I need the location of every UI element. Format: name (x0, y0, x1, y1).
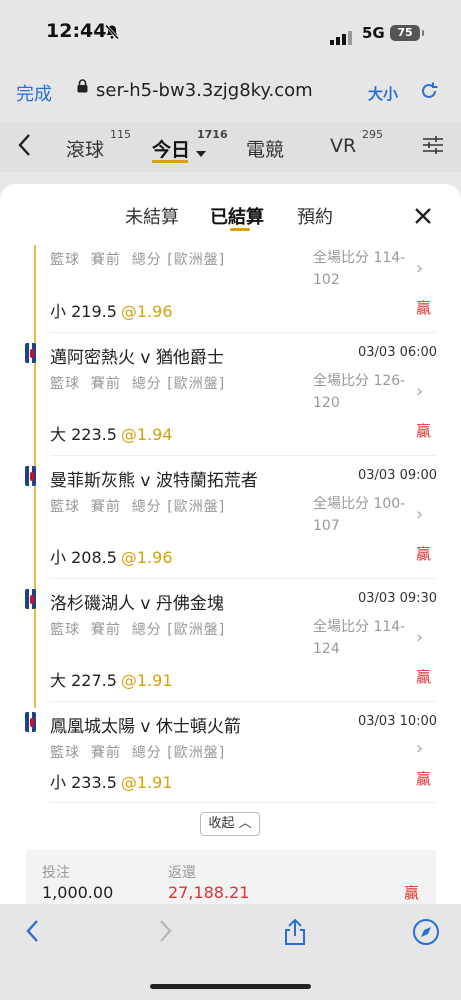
lock-icon (77, 79, 88, 93)
tab-settled-underline (230, 228, 250, 231)
bet-result: 贏 (416, 299, 432, 317)
bet-pick: 大 227.5 @1.91 (50, 671, 173, 690)
bet-datetime: 03/03 09:30 (358, 591, 438, 606)
chevron-right-icon[interactable]: › (416, 381, 423, 402)
network-type: 5G (362, 24, 385, 42)
back-chevron-icon[interactable] (16, 132, 32, 165)
bet-list: 籃球 賽前 總分 [歐洲盤] 全場比分 114-102 › 小 219.5 @1.… (0, 245, 461, 805)
stake-value: 1,000.00 (42, 883, 114, 902)
stake-label: 投注 (42, 865, 70, 881)
divider (50, 455, 436, 456)
close-icon[interactable] (413, 200, 433, 232)
bet-score: 全場比分 114-102 (313, 250, 406, 288)
summary-result: 贏 (404, 884, 420, 902)
nba-logo-icon (25, 466, 36, 486)
chevron-right-icon[interactable]: › (416, 738, 423, 759)
reload-icon[interactable] (418, 80, 440, 107)
done-button[interactable]: 完成 (16, 80, 52, 106)
tab-today-underline (152, 160, 188, 163)
forward-icon[interactable] (158, 918, 174, 951)
bet-meta: 籃球 賽前 總分 [歐洲盤] (50, 745, 226, 761)
tab-live[interactable]: 滾球 (66, 135, 104, 162)
chevron-right-icon[interactable]: › (416, 258, 423, 279)
bet-datetime: 03/03 09:00 (358, 468, 438, 483)
bet-pick: 小 219.5 @1.96 (50, 302, 173, 321)
tab-vr-count: 295 (362, 128, 383, 141)
today-dropdown-icon[interactable] (196, 142, 206, 161)
divider (50, 802, 436, 803)
bet-score: 全場比分 126-120 (313, 373, 406, 411)
nba-logo-icon (25, 343, 36, 363)
bet-result: 贏 (416, 545, 432, 563)
tab-live-count: 115 (110, 128, 131, 141)
tab-today[interactable]: 今日 (152, 135, 190, 162)
back-icon[interactable] (24, 918, 40, 951)
battery-icon: 75 (390, 25, 424, 41)
tab-reserved[interactable]: 預約 (297, 203, 333, 229)
divider (50, 701, 436, 702)
bet-score: 全場比分 100-107 (313, 496, 406, 534)
chevron-right-icon[interactable]: › (416, 627, 423, 648)
status-time: 12:44 (46, 20, 107, 42)
divider (50, 332, 436, 333)
tab-settled[interactable]: 已結算 (210, 203, 264, 229)
tab-vr[interactable]: VR (330, 135, 356, 157)
nba-logo-icon (25, 712, 36, 732)
bet-datetime: 03/03 06:00 (358, 345, 438, 360)
bet-meta: 籃球 賽前 總分 [歐洲盤] (50, 499, 226, 515)
bet-pick: 小 233.5 @1.91 (50, 773, 173, 792)
bet-match: 曼菲斯灰熊 v 波特蘭拓荒者 (50, 471, 258, 491)
home-indicator (150, 984, 311, 989)
compass-icon[interactable] (412, 918, 440, 953)
bell-muted-icon (104, 24, 120, 44)
text-size-button[interactable]: 大小 (368, 83, 398, 104)
tab-today-count: 1716 (197, 128, 228, 141)
return-label: 返還 (168, 865, 196, 881)
bet-result: 贏 (416, 668, 432, 686)
bet-match: 鳳凰城太陽 v 休士頓火箭 (50, 717, 241, 737)
bet-meta: 籃球 賽前 總分 [歐洲盤] (50, 622, 226, 638)
bet-match: 邁阿密熱火 v 猶他爵士 (50, 348, 224, 368)
bet-meta: 籃球 賽前 總分 [歐洲盤] (50, 252, 226, 268)
bet-score: 全場比分 114-124 (313, 619, 406, 657)
bet-datetime: 03/03 10:00 (358, 714, 438, 729)
signal-icon (330, 26, 354, 45)
divider (50, 578, 436, 579)
nba-logo-icon (25, 589, 36, 609)
bet-match: 洛杉磯湖人 v 丹佛金塊 (50, 594, 224, 614)
bet-pick: 大 223.5 @1.94 (50, 425, 173, 444)
return-value: 27,188.21 (168, 883, 250, 902)
chevron-right-icon[interactable]: › (416, 504, 423, 525)
bet-pick: 小 208.5 @1.96 (50, 548, 173, 567)
bet-meta: 籃球 賽前 總分 [歐洲盤] (50, 376, 226, 392)
chevron-up-icon: ︿ (238, 816, 252, 831)
url-text[interactable]: ser-h5-bw3.3zjg8ky.com (96, 80, 313, 101)
share-icon[interactable] (283, 918, 307, 953)
collapse-button[interactable]: 收起 ︿ (200, 812, 260, 836)
bet-result: 贏 (416, 770, 432, 788)
filter-icon[interactable] (422, 134, 444, 156)
tab-unsettled[interactable]: 未結算 (125, 203, 179, 229)
bet-result: 贏 (416, 422, 432, 440)
tab-esports[interactable]: 電競 (246, 135, 284, 162)
